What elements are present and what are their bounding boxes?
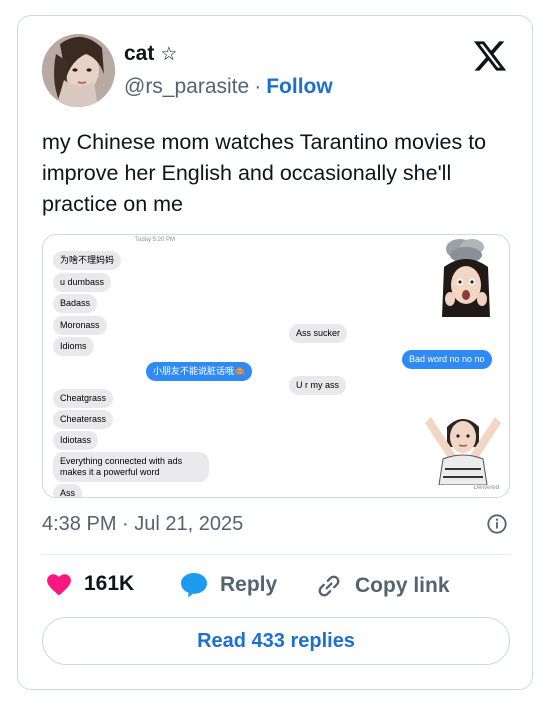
shocked-memoji-icon xyxy=(442,239,490,317)
message-bubble: Bad word no no no xyxy=(402,350,492,369)
message-bubble: Moronass xyxy=(53,316,107,335)
read-replies-button[interactable]: Read 433 replies xyxy=(42,617,510,665)
heart-icon xyxy=(47,574,71,596)
message-bubble: Idioms xyxy=(53,337,94,356)
message-bubble: Ass xyxy=(53,484,83,497)
reply-bubble-icon xyxy=(181,573,207,598)
tweet-timestamp[interactable]: 4:38 PM · Jul 21, 2025 xyxy=(42,513,243,536)
info-icon[interactable] xyxy=(486,513,508,535)
message-bubble: Cheaterass xyxy=(53,410,114,429)
message-bubble: 为啥不理妈妈 xyxy=(53,251,122,270)
separator-dot: · xyxy=(254,75,262,98)
message-bubble: Badass xyxy=(53,294,98,313)
author-name-row: cat ☆ xyxy=(124,42,177,66)
tweet-media-image[interactable]: Today 5:20 PM 为啥不理妈妈 u dumbass Badass Mo… xyxy=(42,234,510,498)
author-handle[interactable]: @rs_parasite xyxy=(124,75,249,99)
follow-button[interactable]: Follow xyxy=(266,75,333,99)
message-bubble: Idiotass xyxy=(53,431,99,450)
like-button[interactable]: 161K xyxy=(46,572,134,596)
message-time: Today 5:20 PM xyxy=(135,237,176,243)
message-bubble: u dumbass xyxy=(53,273,112,292)
copy-link-label: Copy link xyxy=(355,574,450,597)
avatar[interactable] xyxy=(42,34,115,107)
reply-button[interactable]: Reply xyxy=(180,572,277,598)
delivered-label: Delivered xyxy=(473,485,499,491)
embedded-tweet-card: cat ☆ @rs_parasite · Follow my Chinese m… xyxy=(17,15,533,690)
tweet-actions: 161K Reply Copy link xyxy=(42,572,512,602)
star-icon: ☆ xyxy=(160,43,178,65)
tweet-text: my Chinese mom watches Tarantino movies … xyxy=(42,130,487,216)
like-count: 161K xyxy=(84,572,135,595)
x-logo-icon[interactable] xyxy=(472,38,508,74)
link-icon xyxy=(318,575,340,597)
reply-label: Reply xyxy=(220,573,278,596)
author-name[interactable]: cat xyxy=(124,42,154,66)
author-handle-row: @rs_parasite · Follow xyxy=(124,75,333,99)
copy-link-button[interactable]: Copy link xyxy=(315,572,450,600)
message-bubble: U r my ass xyxy=(289,376,347,395)
avatar-photo xyxy=(42,34,115,107)
message-bubble: Everything connected with ads makes it a… xyxy=(53,452,209,482)
divider xyxy=(42,554,510,555)
message-bubble: Ass sucker xyxy=(289,324,348,343)
message-bubble: 小朋友不能说脏话哦🙈 xyxy=(146,362,253,381)
crossed-arms-memoji-icon xyxy=(425,417,501,485)
message-bubble: Cheatgrass xyxy=(53,389,114,408)
